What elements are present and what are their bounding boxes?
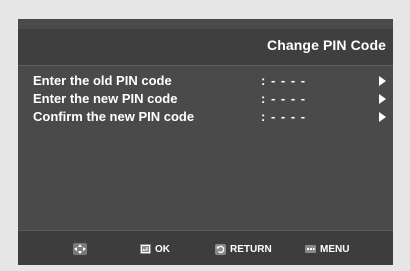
menu-title: Change PIN Code [267, 37, 386, 53]
menu-header: Change PIN Code [18, 29, 393, 65]
ok-hint[interactable]: OK [140, 242, 170, 256]
pin-value: : - - - - [261, 73, 307, 88]
pin-value: : - - - - [261, 109, 307, 124]
directional-pad-icon [73, 243, 87, 255]
menu-item-confirm-pin[interactable]: Confirm the new PIN code : - - - - [18, 109, 393, 126]
enter-key-icon [140, 244, 151, 254]
menu-hint[interactable]: MENU [305, 242, 349, 256]
menu-label: MENU [320, 243, 350, 255]
right-triangle-icon [379, 112, 386, 122]
osd-menu-panel: Change PIN Code Enter the old PIN code :… [18, 19, 393, 265]
button-guide-bar: OK RETURN MENU [18, 230, 393, 265]
menu-item-old-pin[interactable]: Enter the old PIN code : - - - - [18, 73, 393, 90]
menu-item-label: Enter the old PIN code [33, 73, 172, 88]
menu-button-icon [305, 245, 316, 253]
menu-item-label: Enter the new PIN code [33, 91, 178, 106]
menu-item-new-pin[interactable]: Enter the new PIN code : - - - - [18, 91, 393, 108]
header-divider [18, 65, 393, 66]
menu-item-label: Confirm the new PIN code [33, 109, 195, 124]
navigate-hint [73, 242, 87, 256]
right-triangle-icon [379, 76, 386, 86]
return-label: RETURN [230, 243, 272, 255]
return-arrow-icon [215, 243, 226, 255]
right-triangle-icon [379, 94, 386, 104]
pin-value: : - - - - [261, 91, 307, 106]
return-hint[interactable]: RETURN [215, 242, 272, 256]
ok-label: OK [155, 243, 170, 255]
